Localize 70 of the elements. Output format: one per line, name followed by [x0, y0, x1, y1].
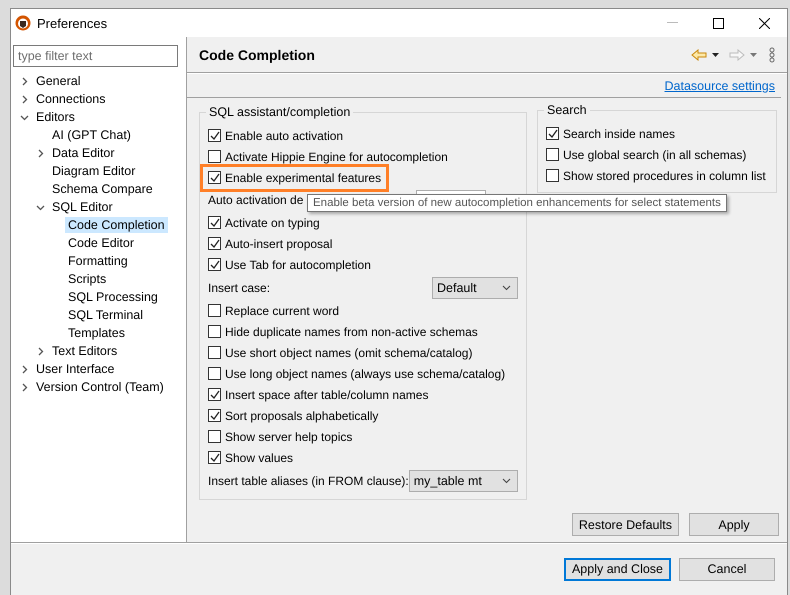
tree-item[interactable]: Diagram Editor [49, 163, 138, 179]
checkmark-icon [210, 130, 220, 140]
checkbox[interactable]: Use global search (in all schemas) [543, 146, 750, 164]
checkbox[interactable]: Activate Hippie Engine for autocompletion [205, 148, 451, 166]
dropdown[interactable]: my_table mt [408, 470, 518, 492]
checkmark-icon [210, 218, 220, 228]
checkmark-icon [210, 390, 220, 400]
tree-item[interactable]: SQL Terminal [65, 307, 146, 323]
checkbox[interactable]: Insert space after table/column names [205, 386, 432, 404]
chevron-down-icon[interactable] [20, 112, 28, 122]
tree-item[interactable]: Data Editor [49, 145, 118, 161]
chevron-down-icon[interactable] [36, 202, 44, 212]
group-title: Search [544, 103, 590, 117]
dialog-button[interactable]: Apply and Close [564, 558, 671, 580]
field-label: Insert table aliases (in FROM clause): [208, 474, 409, 488]
chevron-right-icon[interactable] [36, 148, 44, 158]
filter-field[interactable]: type filter text [13, 45, 178, 67]
tree-item[interactable]: General [33, 73, 84, 89]
checkbox[interactable]: Use long object names (always use schema/catalog) [205, 364, 508, 382]
checkbox[interactable]: Use short object names (omit schema/catalog) [205, 344, 476, 362]
tree-item[interactable]: Connections [33, 91, 108, 107]
tree-item[interactable]: SQL Processing [65, 289, 161, 305]
checkmark-icon [210, 452, 220, 462]
window-title: Preferences [37, 16, 108, 30]
tree-item[interactable]: Version Control (Team) [33, 379, 167, 395]
checkmark-icon [210, 410, 220, 420]
checkbox[interactable]: Show stored procedures in column list [543, 166, 769, 184]
checkmark-icon [548, 128, 558, 138]
checkmark-icon [210, 238, 220, 248]
tree-item[interactable]: Formatting [65, 253, 131, 269]
tree-item[interactable]: User Interface [33, 361, 118, 377]
group-title: SQL assistant/completion [206, 105, 354, 119]
tree-item[interactable]: Code Editor [65, 235, 138, 251]
app-logo-icon [15, 15, 31, 31]
tree-item[interactable]: Code Completion [65, 217, 168, 233]
tree-item[interactable]: AI (GPT Chat) [49, 127, 134, 143]
dropdown[interactable]: Default [432, 276, 518, 298]
checkbox[interactable]: Show server help topics [205, 428, 356, 446]
tooltip: Enable beta version of new autocompletion enhancements for select statements [307, 194, 727, 212]
checkbox[interactable]: Sort proposals alphabetically [205, 406, 382, 424]
checkbox[interactable]: Enable experimental features [205, 168, 384, 186]
tree-item[interactable]: Text Editors [49, 343, 120, 359]
tree-item[interactable]: Scripts [65, 271, 110, 287]
tree-item[interactable]: SQL Editor [49, 199, 116, 215]
page-title: Code Completion [199, 46, 316, 62]
tree-item[interactable]: Editors [33, 109, 78, 125]
checkbox[interactable]: Auto-insert proposal [205, 234, 336, 252]
tree-item[interactable]: Schema Compare [49, 181, 156, 197]
caret-icon [502, 284, 511, 290]
checkmark-icon [210, 172, 220, 182]
page-button[interactable]: Restore Defaults [572, 513, 679, 536]
page-button[interactable]: Apply [689, 513, 779, 536]
checkbox[interactable]: Activate on typing [205, 214, 323, 232]
caret-icon [502, 478, 511, 484]
close-icon [758, 18, 770, 28]
checkbox[interactable]: Use Tab for autocompletion [205, 256, 374, 274]
checkbox[interactable]: Replace current word [205, 302, 342, 320]
checkbox[interactable]: Hide duplicate names from non-active schemas [205, 322, 481, 340]
checkbox[interactable]: Enable auto activation [205, 126, 346, 144]
more-options-icon[interactable] [769, 46, 775, 62]
checkbox[interactable]: Search inside names [543, 124, 678, 142]
checkmark-icon [210, 260, 220, 270]
field-label: Auto activation de [208, 193, 304, 207]
checkbox[interactable]: Show values [205, 448, 296, 466]
maximize-icon [712, 18, 724, 28]
field-label: Insert case: [208, 280, 270, 294]
dialog-button[interactable]: Cancel [679, 558, 775, 580]
datasource-settings-link[interactable]: Datasource settings [664, 79, 775, 93]
tree-item[interactable]: Templates [65, 325, 128, 341]
minimize-icon [666, 22, 678, 24]
